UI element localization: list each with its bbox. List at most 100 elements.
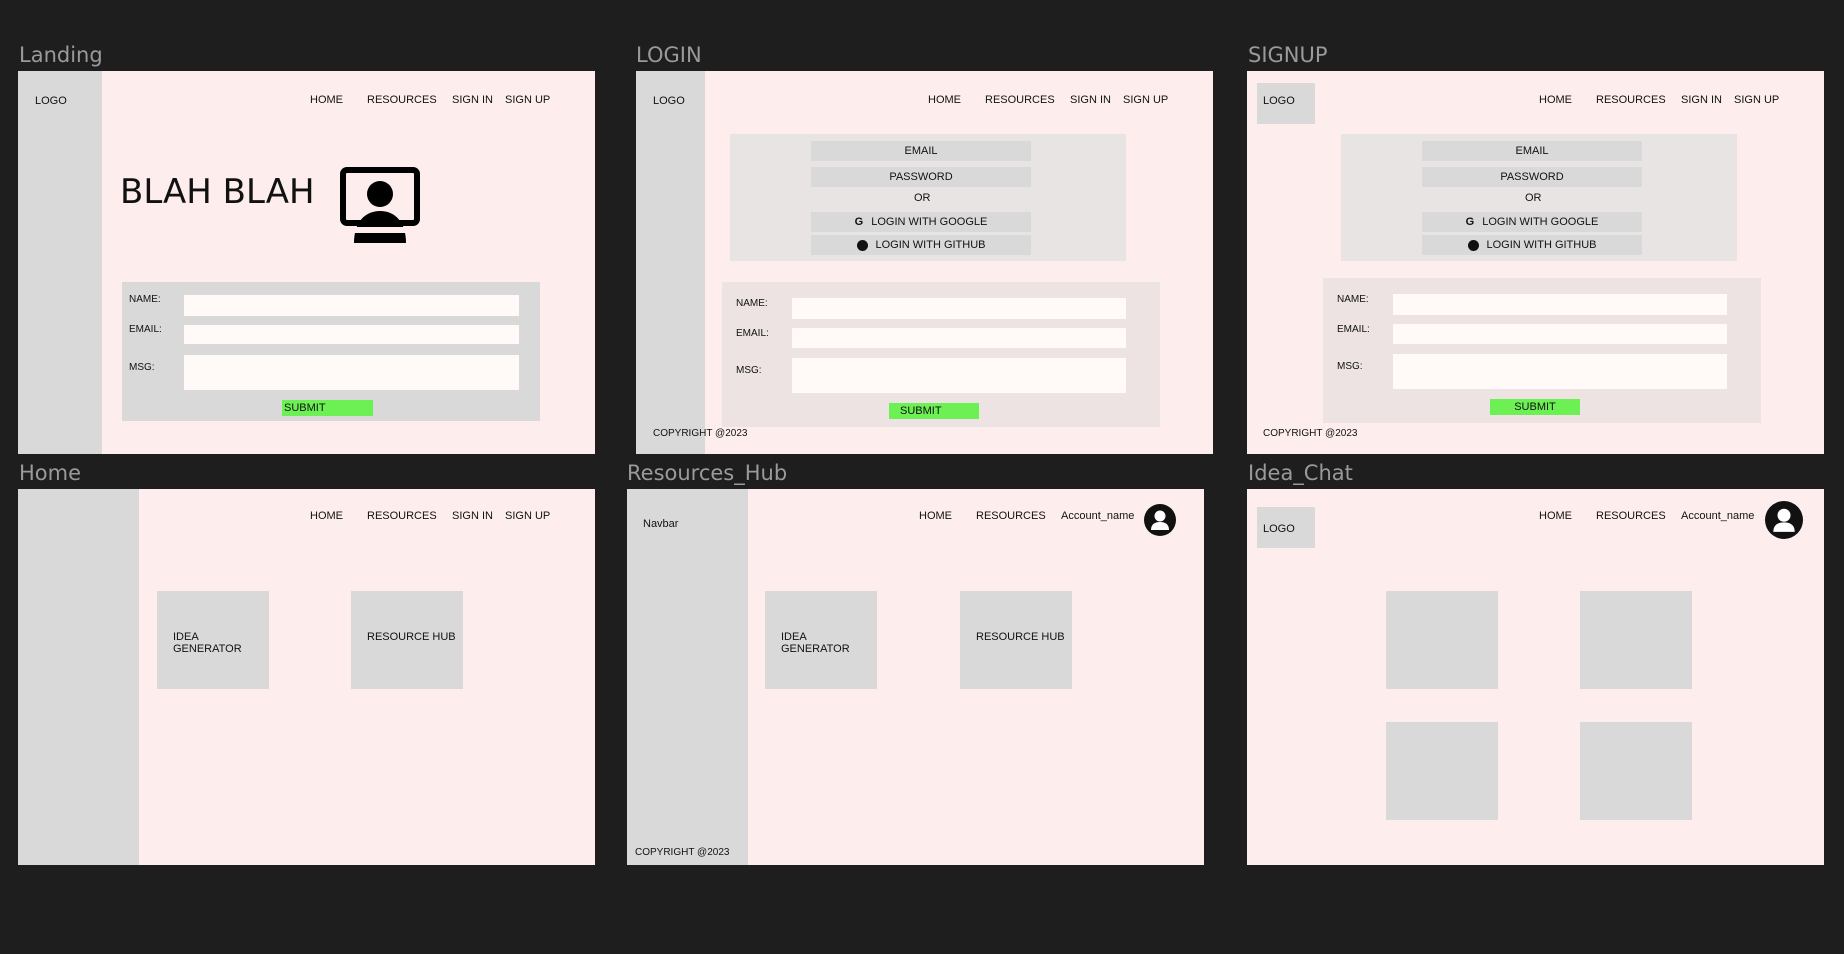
login-nav-resources[interactable]: RESOURCES: [985, 95, 1055, 106]
signup-password-field[interactable]: PASSWORD: [1422, 167, 1642, 187]
signup-or-label: OR: [1525, 192, 1542, 204]
frame-title-home: Home: [19, 461, 82, 485]
signup-logo: LOGO: [1263, 95, 1295, 107]
resources-hub-sidebar-label: Navbar: [643, 518, 679, 530]
signup-name-input[interactable]: [1393, 294, 1727, 315]
idea-chat-card-3[interactable]: [1386, 722, 1498, 820]
frame-landing: LOGO HOME RESOURCES SIGN IN SIGN UP BLAH…: [18, 71, 595, 454]
login-auth-panel: EMAIL PASSWORD OR G LOGIN WITH GOOGLE LO…: [730, 134, 1126, 261]
signup-nav-sign-in[interactable]: SIGN IN: [1681, 95, 1722, 106]
frame-signup: LOGO HOME RESOURCES SIGN IN SIGN UP EMAI…: [1247, 71, 1824, 454]
login-email-label: EMAIL: [904, 144, 938, 157]
signup-email-label: EMAIL:: [1337, 324, 1370, 335]
resources-hub-card-idea-generator[interactable]: IDEA GENERATOR: [765, 591, 877, 689]
signup-submit-button[interactable]: SUBMIT: [1490, 399, 1580, 415]
signup-nav-home[interactable]: HOME: [1539, 95, 1572, 106]
home-nav-resources[interactable]: RESOURCES: [367, 511, 437, 522]
frame-title-signup: SIGNUP: [1248, 43, 1328, 67]
login-logo[interactable]: LOGO: [653, 96, 685, 107]
login-google-button[interactable]: G LOGIN WITH GOOGLE: [811, 212, 1031, 232]
signup-google-button[interactable]: G LOGIN WITH GOOGLE: [1422, 212, 1642, 232]
frame-resources-hub: Navbar HOME RESOURCES Account_name IDEA …: [627, 489, 1204, 865]
landing-logo[interactable]: LOGO: [35, 96, 67, 107]
landing-email-label: EMAIL:: [129, 324, 162, 335]
home-card-resource-hub[interactable]: RESOURCE HUB: [351, 591, 463, 689]
signup-email-label: EMAIL: [1515, 144, 1549, 157]
home-nav-home[interactable]: HOME: [310, 511, 343, 522]
frame-title-resources-hub: Resources_Hub: [627, 461, 788, 485]
login-msg-label: MSG:: [736, 365, 762, 376]
resources-hub-account-name[interactable]: Account_name: [1061, 511, 1134, 522]
idea-chat-card-2[interactable]: [1580, 591, 1692, 689]
login-email-field[interactable]: EMAIL: [811, 141, 1031, 161]
signup-github-button[interactable]: LOGIN WITH GITHUB: [1422, 235, 1642, 255]
google-icon: G: [854, 215, 864, 228]
login-nav-home[interactable]: HOME: [928, 95, 961, 106]
idea-chat-logo: LOGO: [1263, 523, 1295, 535]
landing-email-input[interactable]: [184, 325, 519, 344]
login-email-label: EMAIL:: [736, 328, 769, 339]
login-nav-sign-up[interactable]: SIGN UP: [1123, 95, 1168, 106]
resources-hub-nav-resources[interactable]: RESOURCES: [976, 511, 1046, 522]
idea-chat-nav-home[interactable]: HOME: [1539, 511, 1572, 522]
signup-contact-form: NAME: EMAIL: MSG: SUBMIT: [1323, 278, 1761, 423]
login-msg-input[interactable]: [792, 358, 1126, 393]
signup-email-field[interactable]: EMAIL: [1422, 141, 1642, 161]
resources-hub-card-resource-hub[interactable]: RESOURCE HUB: [960, 591, 1072, 689]
frame-title-landing: Landing: [19, 43, 103, 67]
signup-auth-panel: EMAIL PASSWORD OR G LOGIN WITH GOOGLE LO…: [1341, 134, 1737, 261]
landing-nav-home[interactable]: HOME: [310, 95, 343, 106]
home-nav-sign-up[interactable]: SIGN UP: [505, 511, 550, 522]
landing-msg-label: MSG:: [129, 362, 155, 373]
signup-copyright: COPYRIGHT @2023: [1263, 428, 1358, 439]
login-github-button[interactable]: LOGIN WITH GITHUB: [811, 235, 1031, 255]
login-submit-button[interactable]: SUBMIT: [889, 403, 979, 419]
signup-google-label: LOGIN WITH GOOGLE: [1482, 215, 1599, 228]
person-at-monitor-icon: [340, 167, 420, 243]
signup-name-label: NAME:: [1337, 294, 1369, 305]
landing-hero-text: BLAH BLAH: [120, 172, 315, 212]
signup-email-input[interactable]: [1393, 324, 1727, 344]
signup-nav-resources[interactable]: RESOURCES: [1596, 95, 1666, 106]
frame-idea-chat: LOGO HOME RESOURCES Account_name: [1247, 489, 1824, 865]
login-name-input[interactable]: [792, 298, 1126, 319]
login-or-label: OR: [914, 192, 931, 204]
landing-submit-button[interactable]: SUBMIT: [282, 400, 373, 416]
landing-nav-sign-up[interactable]: SIGN UP: [505, 95, 550, 106]
landing-nav-sign-in[interactable]: SIGN IN: [452, 95, 493, 106]
resources-hub-card-resource-hub-label: RESOURCE HUB: [976, 631, 1065, 643]
home-nav-sign-in[interactable]: SIGN IN: [452, 511, 493, 522]
resources-hub-copyright: COPYRIGHT @2023: [635, 847, 730, 858]
login-email-input[interactable]: [792, 328, 1126, 348]
login-password-field[interactable]: PASSWORD: [811, 167, 1031, 187]
signup-msg-label: MSG:: [1337, 361, 1363, 372]
frame-home: HOME RESOURCES SIGN IN SIGN UP IDEA GENE…: [18, 489, 595, 865]
landing-sidebar: [18, 71, 102, 454]
signup-password-label: PASSWORD: [1500, 170, 1564, 183]
github-icon: [856, 239, 868, 251]
idea-chat-card-1[interactable]: [1386, 591, 1498, 689]
signup-msg-input[interactable]: [1393, 354, 1727, 389]
landing-msg-input[interactable]: [184, 355, 519, 390]
login-password-label: PASSWORD: [889, 170, 953, 183]
idea-chat-card-4[interactable]: [1580, 722, 1692, 820]
login-name-label: NAME:: [736, 298, 768, 309]
login-contact-form: NAME: EMAIL: MSG: SUBMIT: [722, 282, 1160, 427]
frame-login: LOGO HOME RESOURCES SIGN IN SIGN UP EMAI…: [636, 71, 1213, 454]
login-nav-sign-in[interactable]: SIGN IN: [1070, 95, 1111, 106]
login-sidebar: [636, 71, 705, 454]
idea-chat-avatar-icon[interactable]: [1765, 501, 1803, 539]
resources-hub-avatar-icon[interactable]: [1144, 504, 1176, 536]
login-github-label: LOGIN WITH GITHUB: [875, 238, 986, 251]
home-card-idea-generator-label: IDEA GENERATOR: [173, 631, 242, 655]
home-card-idea-generator[interactable]: IDEA GENERATOR: [157, 591, 269, 689]
resources-hub-nav-home[interactable]: HOME: [919, 511, 952, 522]
github-icon: [1467, 239, 1479, 251]
idea-chat-nav-resources[interactable]: RESOURCES: [1596, 511, 1666, 522]
idea-chat-account-name[interactable]: Account_name: [1681, 511, 1754, 522]
landing-nav-resources[interactable]: RESOURCES: [367, 95, 437, 106]
landing-name-input[interactable]: [184, 295, 519, 316]
login-google-label: LOGIN WITH GOOGLE: [871, 215, 988, 228]
signup-nav-sign-up[interactable]: SIGN UP: [1734, 95, 1779, 106]
resources-hub-card-idea-generator-label: IDEA GENERATOR: [781, 631, 850, 655]
